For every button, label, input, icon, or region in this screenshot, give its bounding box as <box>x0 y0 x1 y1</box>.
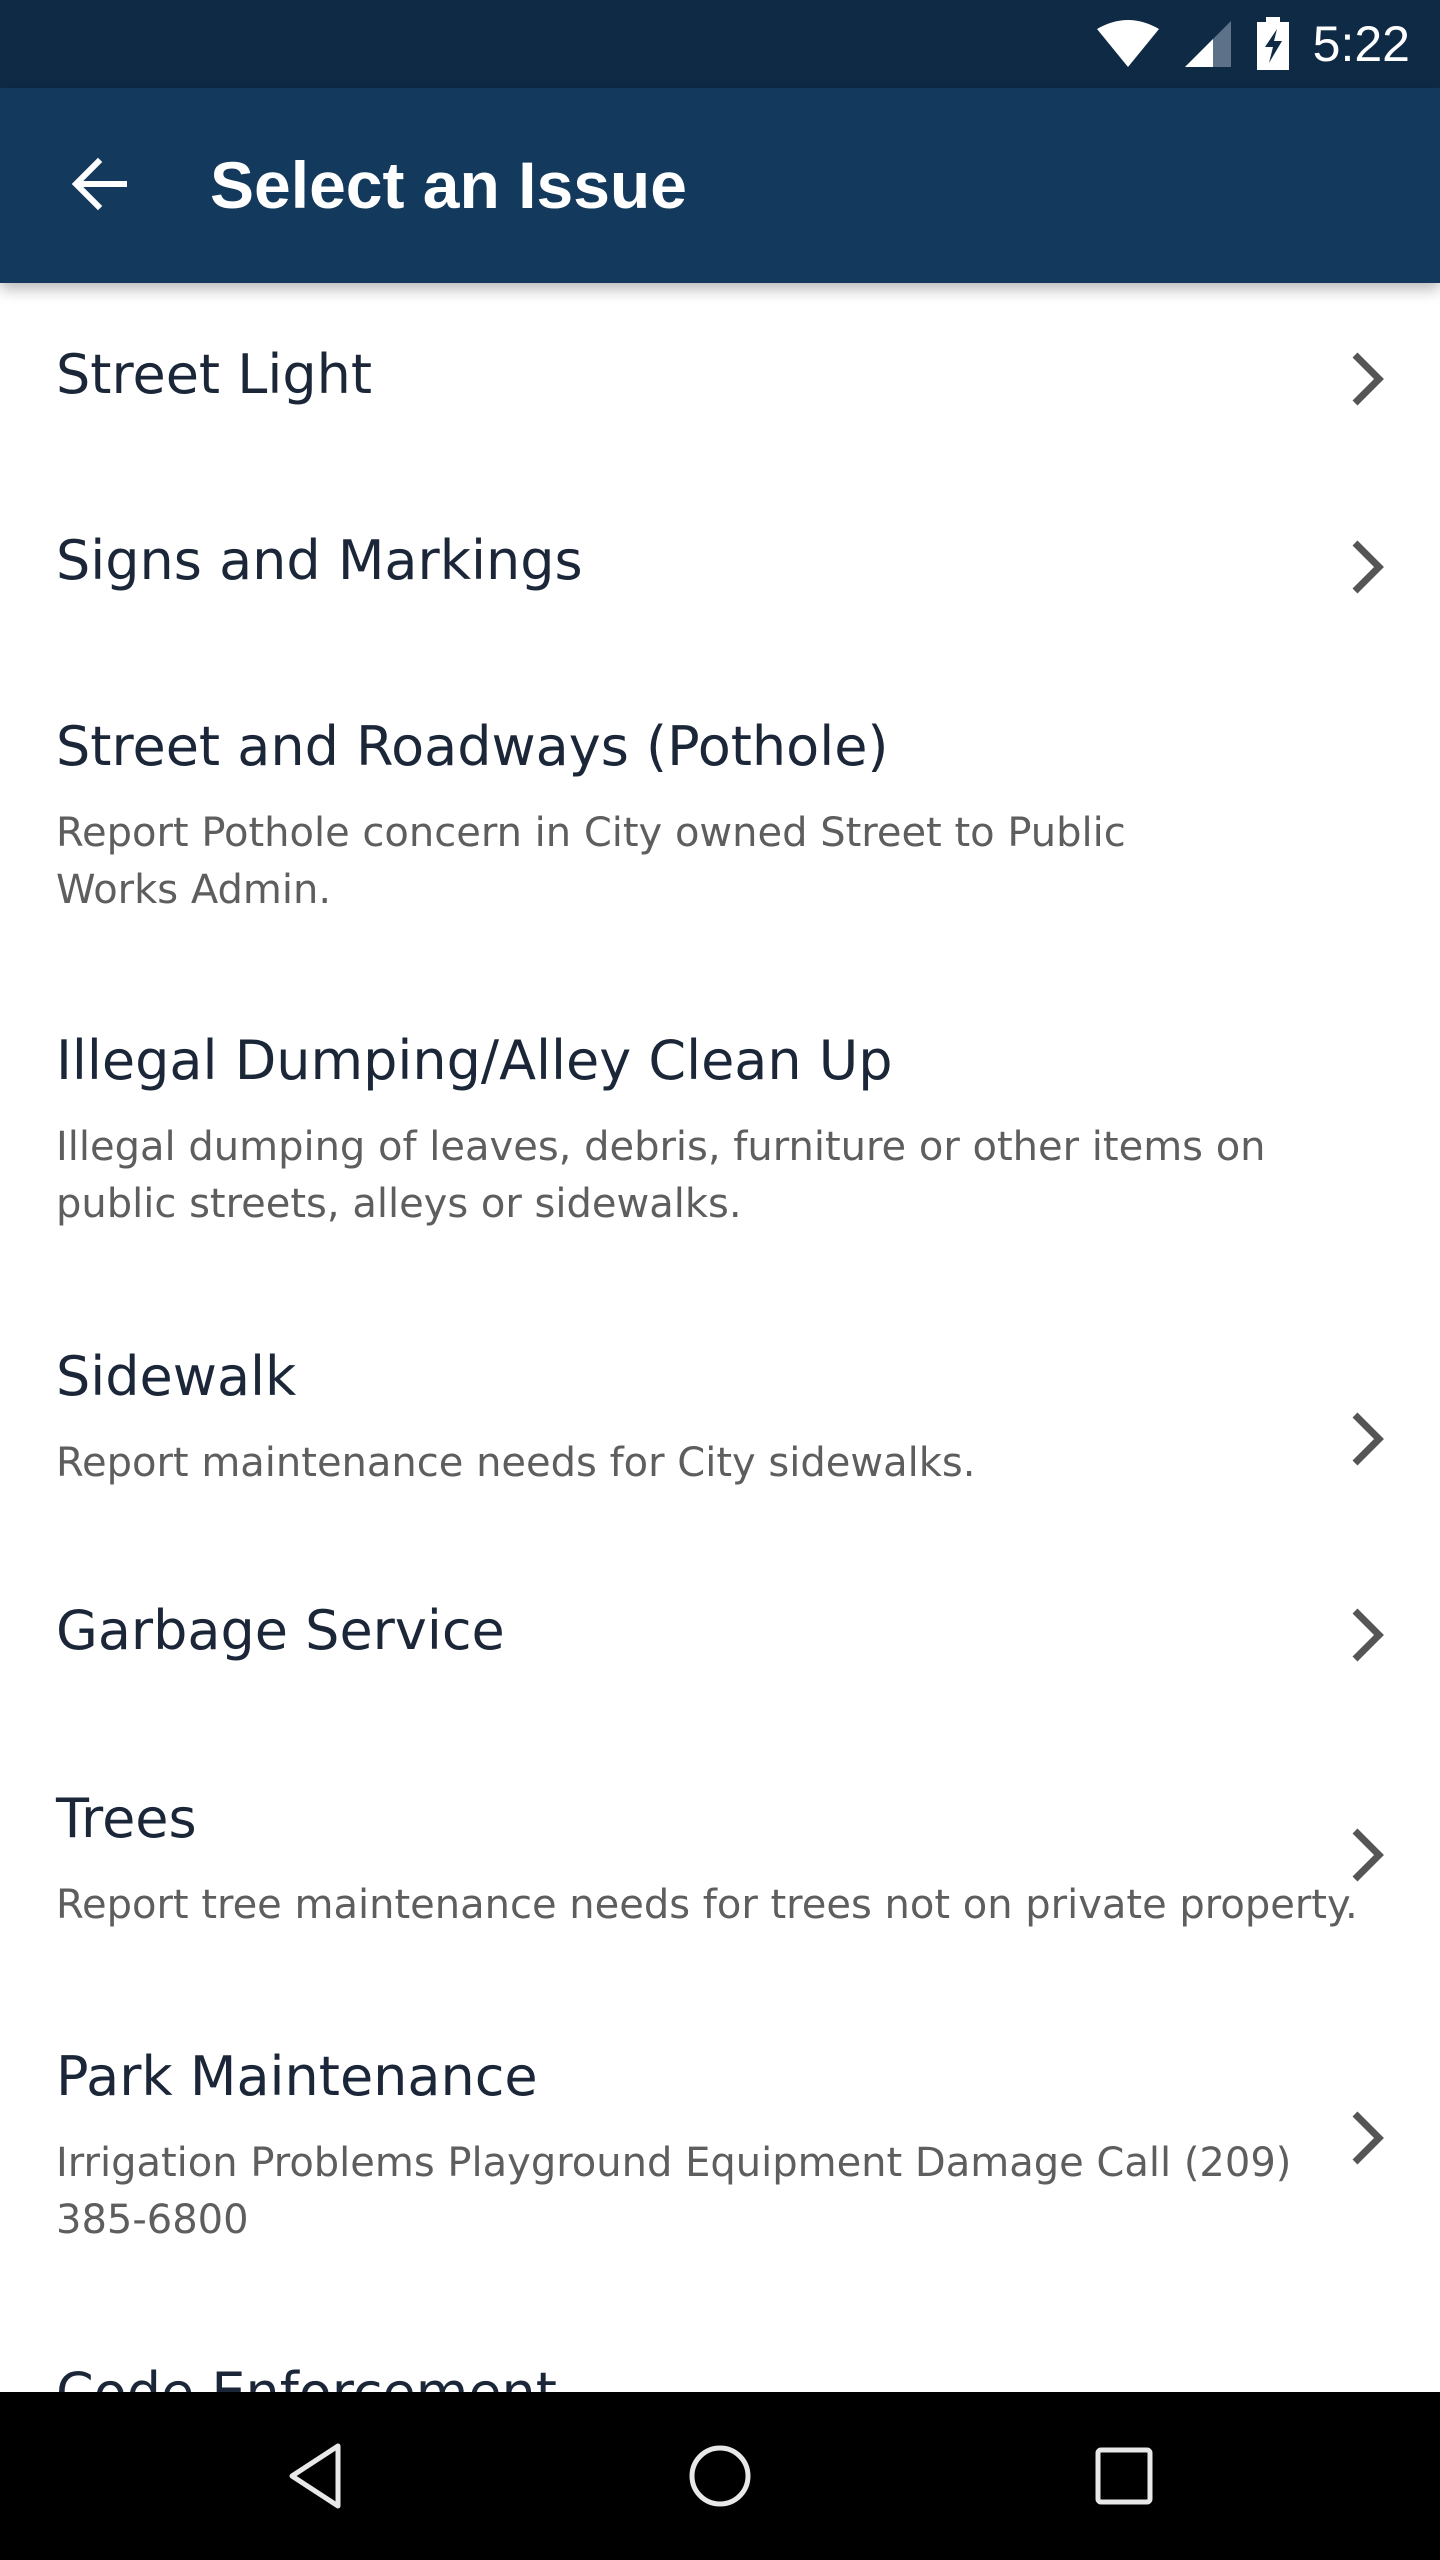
list-item-sidewalk[interactable]: Sidewalk Report maintenance needs for Ci… <box>0 1287 1440 1543</box>
chevron-right-icon <box>1352 1828 1384 1882</box>
status-bar: 5:22 <box>0 0 1440 88</box>
item-description: Irrigation Problems Playground Equipment… <box>56 2140 1292 2243</box>
item-title: Signs and Markings <box>56 529 583 592</box>
item-description: Report tree maintenance needs for trees … <box>56 1882 1358 1928</box>
system-nav-bar <box>0 2392 1440 2560</box>
battery-charging-icon <box>1256 17 1289 70</box>
list-item-garbage-service[interactable]: Garbage Service <box>0 1543 1440 1731</box>
list-item-pothole[interactable]: Street and Roadways (Pothole) Report Pot… <box>0 657 1440 971</box>
recents-square-icon <box>1095 2447 1153 2505</box>
item-description: Illegal dumping of leaves, debris, furni… <box>56 1124 1266 1227</box>
issue-list: Street Light Signs and Markings Street a… <box>0 283 1440 2392</box>
list-item-code-enforcement[interactable]: Code Enforcement <box>0 2303 1440 2392</box>
item-title: Park Maintenance <box>56 2045 538 2108</box>
item-title: Code Enforcement <box>56 2361 557 2392</box>
page-title: Select an Issue <box>210 148 687 222</box>
home-circle-icon <box>689 2445 751 2507</box>
item-title: Sidewalk <box>56 1345 297 1408</box>
app-bar: Select an Issue <box>0 88 1440 283</box>
chevron-right-icon <box>1352 2111 1384 2165</box>
chevron-right-icon <box>1352 352 1384 406</box>
item-title: Street and Roadways (Pothole) <box>56 715 889 778</box>
nav-back-button[interactable] <box>266 2426 366 2526</box>
clock: 5:22 <box>1312 16 1410 72</box>
back-triangle-icon <box>289 2443 341 2509</box>
list-item-trees[interactable]: Trees Report tree maintenance needs for … <box>0 1731 1440 1987</box>
chevron-right-icon <box>1352 1608 1384 1662</box>
arrow-left-icon <box>71 157 127 211</box>
item-title: Street Light <box>56 343 373 406</box>
item-description: Report Pothole concern in City owned Str… <box>56 810 1126 913</box>
item-title: Trees <box>56 1787 197 1850</box>
list-item-signs-and-markings[interactable]: Signs and Markings <box>0 471 1440 657</box>
item-title: Illegal Dumping/Alley Clean Up <box>56 1029 893 1092</box>
back-button[interactable] <box>52 136 148 232</box>
list-item-illegal-dumping[interactable]: Illegal Dumping/Alley Clean Up Illegal d… <box>0 971 1440 1287</box>
wifi-icon <box>1096 20 1159 67</box>
item-description: Report maintenance needs for City sidewa… <box>56 1440 976 1486</box>
chevron-right-icon <box>1352 540 1384 594</box>
cell-signal-icon <box>1184 21 1231 67</box>
item-title: Garbage Service <box>56 1599 505 1662</box>
list-item-park-maintenance[interactable]: Park Maintenance Irrigation Problems Pla… <box>0 1987 1440 2303</box>
list-item-street-light[interactable]: Street Light <box>0 283 1440 471</box>
nav-home-button[interactable] <box>670 2426 770 2526</box>
nav-recents-button[interactable] <box>1074 2426 1174 2526</box>
chevron-right-icon <box>1352 1412 1384 1466</box>
